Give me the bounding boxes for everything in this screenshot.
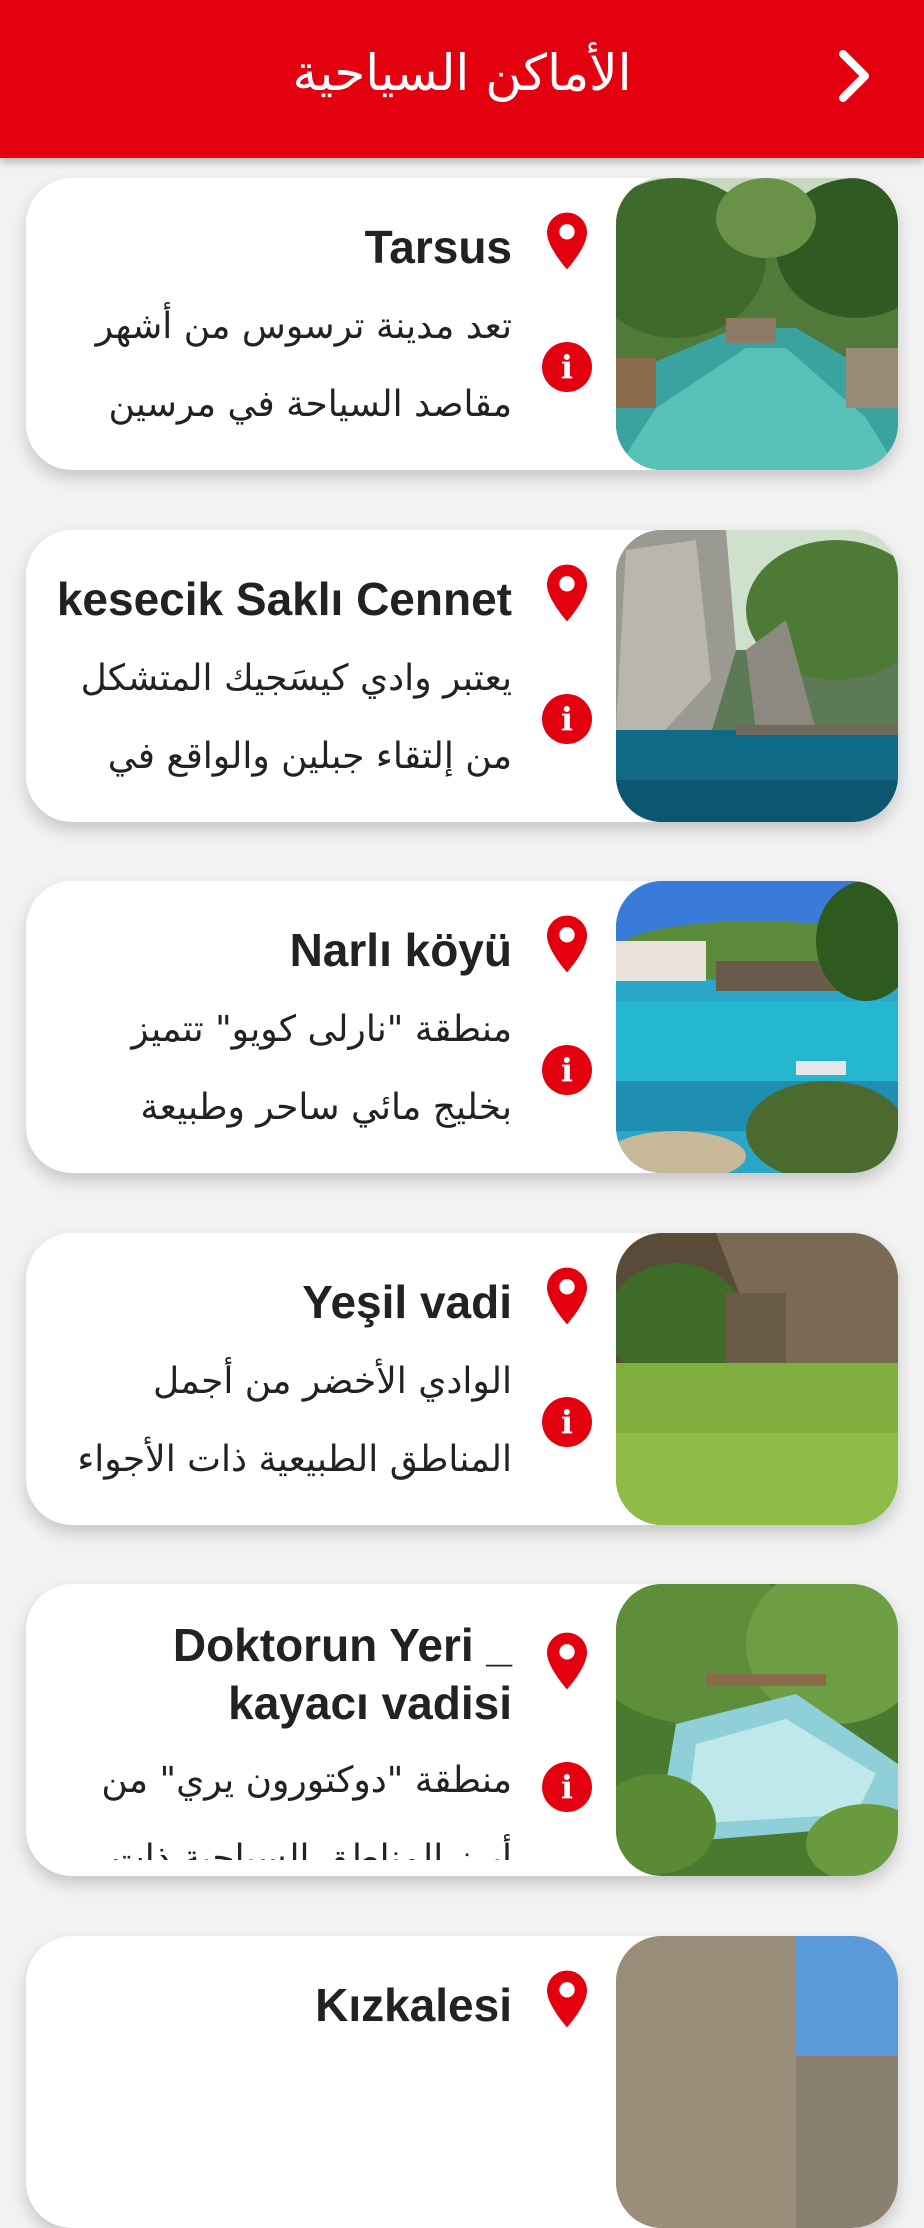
map-pin-icon (547, 1970, 587, 2028)
description-line: مقاصد السياحة في مرسين (108, 384, 512, 425)
info-icon: i (542, 1397, 592, 1447)
description-line: منطقة "نارلى كويو" تتميز (131, 1009, 512, 1050)
place-card-kesecik[interactable]: i kesecik Saklı Cennet يعتبر وادي كيسَجي… (26, 530, 898, 822)
page-title: الأماكن السياحية (292, 44, 632, 102)
description-line: منطقة "دوكتورون يري" من (101, 1760, 512, 1801)
place-photo-tarsus (616, 178, 898, 470)
place-card-kizkalesi[interactable]: Kızkalesi (26, 1936, 898, 2228)
back-button[interactable] (824, 46, 884, 106)
place-photo-narli (616, 881, 898, 1173)
map-pin-icon (547, 564, 587, 622)
place-card-narli[interactable]: i Narlı köyü منطقة "نارلى كويو" تتميز بخ… (26, 881, 898, 1173)
info-button[interactable]: i (542, 342, 592, 392)
place-title: Narlı köyü (289, 924, 512, 976)
location-pin-button[interactable] (542, 564, 592, 622)
place-card-tarsus[interactable]: i Tarsus تعد مدينة ترسوس من أشهر مقاصد ا… (26, 178, 898, 470)
info-button[interactable]: i (542, 1762, 592, 1812)
info-button[interactable]: i (542, 1397, 592, 1447)
info-button[interactable]: i (542, 694, 592, 744)
place-photo-kesecik (616, 530, 898, 822)
location-pin-button[interactable] (542, 1970, 592, 2028)
place-title: Doktorun Yeri _ kayacı vadisi (46, 1616, 512, 1732)
map-pin-icon (547, 1267, 587, 1325)
place-title-line: kayacı vadisi (228, 1677, 512, 1729)
description-line: أبرز المناطق السياحية ذات (110, 1838, 512, 1860)
info-icon: i (542, 694, 592, 744)
location-pin-button[interactable] (542, 1267, 592, 1325)
place-photo-doktorun-yeri (616, 1584, 898, 1876)
app-bar: الأماكن السياحية (0, 0, 924, 158)
place-description: منطقة "نارلى كويو" تتميز بخليج مائي ساحر… (66, 991, 512, 1151)
map-pin-icon (547, 1632, 587, 1690)
map-pin-icon (547, 212, 587, 270)
description-line: تعد مدينة ترسوس من أشهر (95, 306, 512, 347)
description-line: المناطق الطبيعية ذات الأجواء (77, 1439, 512, 1480)
description-line: يعتبر وادي كيسَجيك المتشكل (80, 658, 512, 699)
place-photo-kizkalesi (616, 1936, 898, 2228)
place-title: Kızkalesi (315, 1979, 512, 2031)
place-description: الوادي الأخضر من أجمل المناطق الطبيعية ذ… (66, 1343, 512, 1503)
place-photo-yesil-vadi (616, 1233, 898, 1525)
place-description: منطقة "دوكتورون يري" من أبرز المناطق الس… (66, 1742, 512, 1860)
description-line: الوادي الأخضر من أجمل (153, 1361, 512, 1402)
map-pin-icon (547, 915, 587, 973)
location-pin-button[interactable] (542, 915, 592, 973)
place-description: تعد مدينة ترسوس من أشهر مقاصد السياحة في… (66, 288, 512, 448)
location-pin-button[interactable] (542, 1632, 592, 1690)
place-description: يعتبر وادي كيسَجيك المتشكل من إلتقاء جبل… (66, 640, 512, 800)
info-icon: i (542, 1762, 592, 1812)
place-title: Yeşil vadi (302, 1276, 512, 1328)
description-line: من إلتقاء جبلين والواقع في (107, 736, 512, 777)
chevron-right-icon (839, 50, 869, 102)
info-button[interactable]: i (542, 1045, 592, 1095)
description-line: بخليج مائي ساحر وطبيعة (140, 1087, 512, 1128)
location-pin-button[interactable] (542, 212, 592, 270)
place-title: Tarsus (364, 221, 512, 273)
place-card-doktorun-yeri[interactable]: i Doktorun Yeri _ kayacı vadisi منطقة "د… (26, 1584, 898, 1876)
places-list[interactable]: i Tarsus تعد مدينة ترسوس من أشهر مقاصد ا… (0, 0, 924, 2228)
place-card-yesil-vadi[interactable]: i Yeşil vadi الوادي الأخضر من أجمل المنا… (26, 1233, 898, 1525)
place-title: kesecik Saklı Cennet (56, 573, 512, 625)
info-icon: i (542, 342, 592, 392)
place-title-line: Doktorun Yeri _ (172, 1619, 512, 1671)
info-icon: i (542, 1045, 592, 1095)
